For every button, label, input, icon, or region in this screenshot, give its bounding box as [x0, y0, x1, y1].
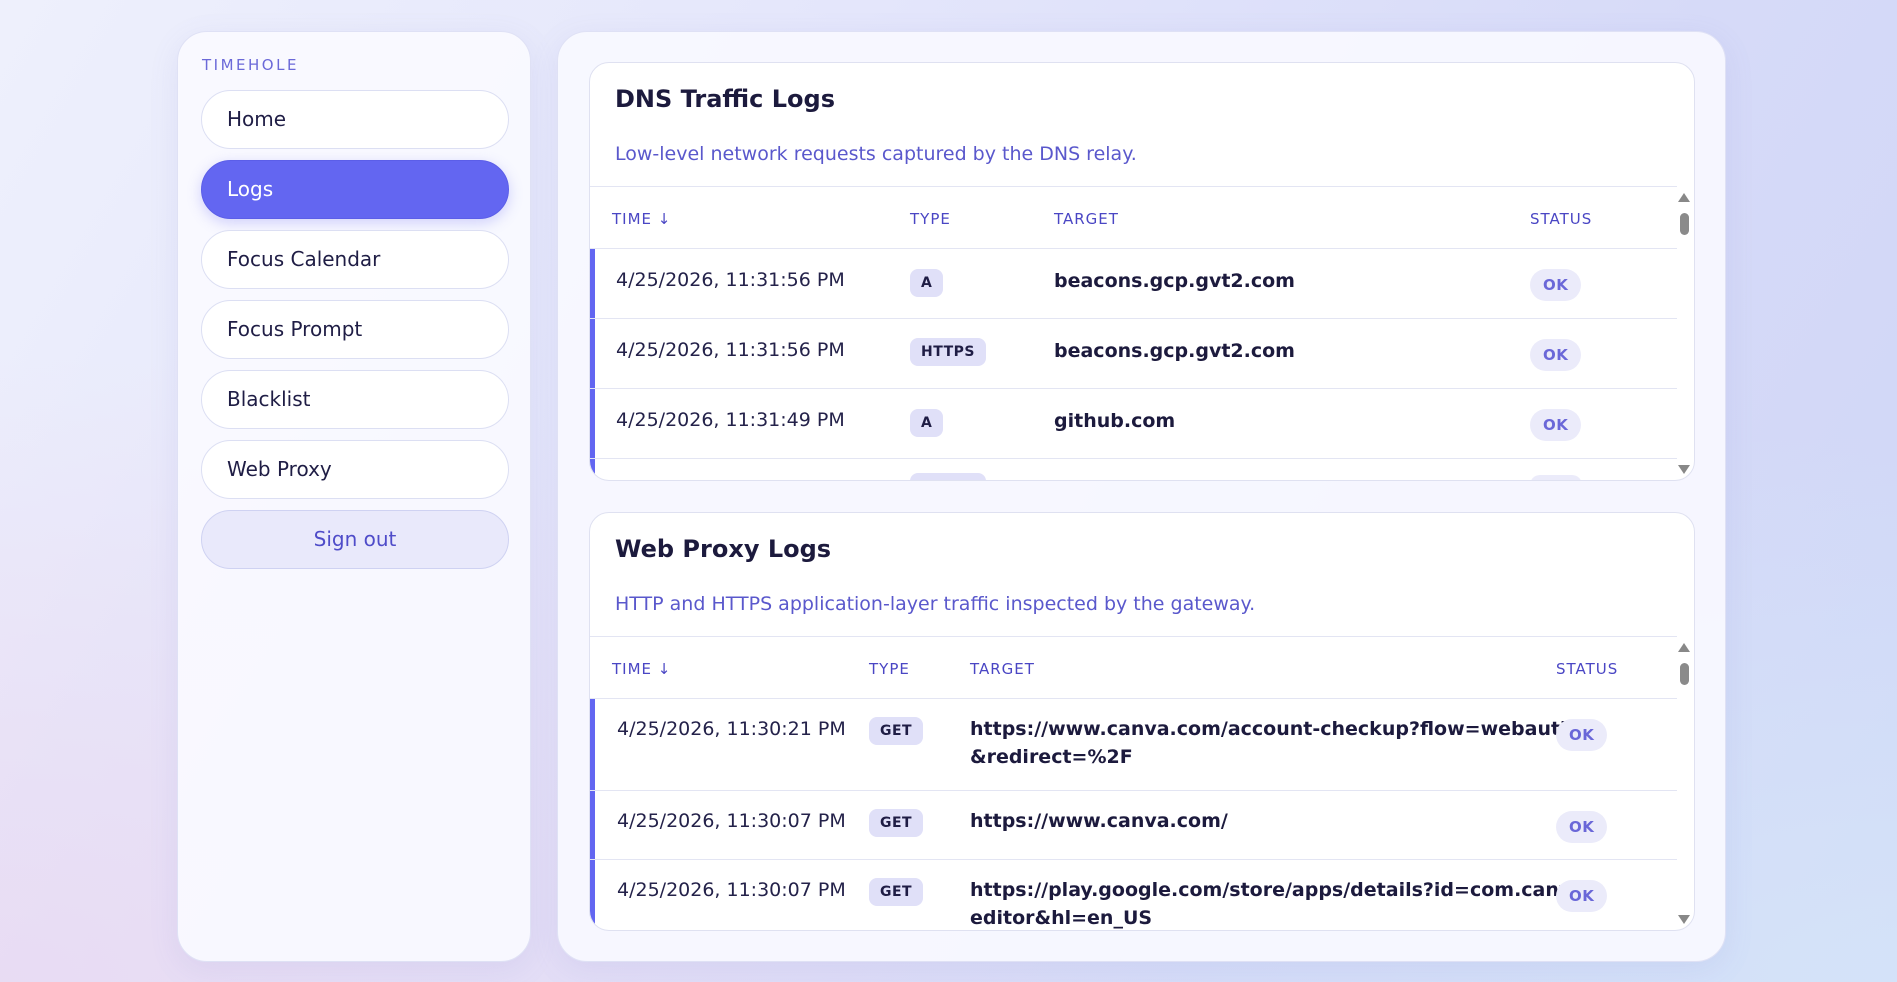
type-badge: A — [910, 269, 944, 297]
scroll-up-icon[interactable] — [1678, 643, 1690, 652]
table-row-partial[interactable] — [590, 459, 1677, 480]
row-target-line-1: https://www.canva.com/account-checkup?fl… — [970, 718, 1588, 740]
row-time: 4/25/2026, 11:30:21 PM — [617, 718, 846, 740]
row-target-line-2: editor&hl=en_US — [970, 907, 1153, 929]
dns-card-subtitle: Low-level network requests captured by t… — [615, 143, 1137, 165]
table-row[interactable]: 4/25/2026, 11:30:21 PM GET https://www.c… — [590, 699, 1677, 791]
dns-col-type: TYPE — [910, 210, 951, 228]
row-target: https://play.google.com/store/apps/detai… — [970, 876, 1592, 930]
type-badge-partial — [910, 473, 986, 480]
row-target-line-2: &redirect=%2F — [970, 746, 1133, 768]
dns-col-time[interactable]: TIME ↓ — [612, 210, 671, 228]
row-target: beacons.gcp.gvt2.com — [1054, 340, 1295, 362]
scroll-down-icon[interactable] — [1678, 465, 1690, 474]
proxy-table[interactable]: TIME ↓ TYPE TARGET STATUS 4/25/2026, 11:… — [590, 636, 1677, 930]
proxy-card-title: Web Proxy Logs — [615, 535, 832, 563]
status-badge: OK — [1530, 269, 1582, 301]
type-badge: A — [910, 409, 944, 437]
status-badge: OK — [1556, 719, 1608, 751]
sign-out-button[interactable]: Sign out — [201, 510, 509, 569]
table-row[interactable]: 4/25/2026, 11:30:07 PM GET https://play.… — [590, 860, 1677, 930]
proxy-col-status: STATUS — [1556, 660, 1619, 678]
dns-table[interactable]: TIME ↓ TYPE TARGET STATUS 4/25/2026, 11:… — [590, 186, 1677, 480]
table-row[interactable]: 4/25/2026, 11:30:07 PM GET https://www.c… — [590, 791, 1677, 860]
type-badge: GET — [869, 717, 924, 745]
dns-card-title: DNS Traffic Logs — [615, 85, 836, 113]
sidebar: TIMEHOLE Home Logs Focus Calendar Focus … — [177, 31, 531, 962]
sidebar-item-home[interactable]: Home — [201, 90, 509, 149]
row-time: 4/25/2026, 11:31:56 PM — [616, 269, 845, 291]
brand-logo-text: TIMEHOLE — [202, 56, 299, 74]
sidebar-item-logs[interactable]: Logs — [201, 160, 509, 219]
status-badge: OK — [1556, 880, 1608, 912]
dns-col-status: STATUS — [1530, 210, 1593, 228]
proxy-card-subtitle: HTTP and HTTPS application-layer traffic… — [615, 593, 1256, 615]
row-time: 4/25/2026, 11:30:07 PM — [617, 810, 846, 832]
status-badge: OK — [1556, 811, 1608, 843]
sidebar-item-focus-prompt[interactable]: Focus Prompt — [201, 300, 509, 359]
proxy-table-header: TIME ↓ TYPE TARGET STATUS — [590, 637, 1677, 699]
status-badge-partial — [1530, 475, 1582, 480]
row-target: github.com — [1054, 410, 1176, 432]
sidebar-item-blacklist[interactable]: Blacklist — [201, 370, 509, 429]
sidebar-item-web-proxy[interactable]: Web Proxy — [201, 440, 509, 499]
dns-logs-card: DNS Traffic Logs Low-level network reque… — [589, 62, 1695, 481]
row-target-line-1: https://play.google.com/store/apps/detai… — [970, 879, 1592, 901]
row-target: https://www.canva.com/account-checkup?fl… — [970, 715, 1587, 771]
dns-col-target: TARGET — [1054, 210, 1119, 228]
dns-table-header: TIME ↓ TYPE TARGET STATUS — [590, 187, 1677, 249]
type-badge: GET — [869, 878, 924, 906]
scroll-down-icon[interactable] — [1678, 915, 1690, 924]
row-time: 4/25/2026, 11:31:49 PM — [616, 409, 845, 431]
scroll-up-icon[interactable] — [1678, 193, 1690, 202]
web-proxy-logs-card: Web Proxy Logs HTTP and HTTPS applicatio… — [589, 512, 1695, 931]
proxy-scrollbar[interactable] — [1676, 641, 1692, 926]
row-time: 4/25/2026, 11:30:07 PM — [617, 879, 846, 901]
row-target: https://www.canva.com/ — [970, 807, 1228, 835]
proxy-col-type: TYPE — [869, 660, 910, 678]
scroll-thumb[interactable] — [1680, 213, 1689, 235]
row-time: 4/25/2026, 11:31:56 PM — [616, 339, 845, 361]
sidebar-item-focus-calendar[interactable]: Focus Calendar — [201, 230, 509, 289]
dns-scrollbar[interactable] — [1676, 191, 1692, 476]
scroll-thumb[interactable] — [1680, 663, 1689, 685]
main-panel: DNS Traffic Logs Low-level network reque… — [557, 31, 1726, 962]
status-badge: OK — [1530, 409, 1582, 441]
row-target: beacons.gcp.gvt2.com — [1054, 270, 1295, 292]
proxy-col-time[interactable]: TIME ↓ — [612, 660, 671, 678]
table-row[interactable]: 4/25/2026, 11:31:56 PM HTTPS beacons.gcp… — [590, 319, 1677, 389]
row-target-line-1: https://www.canva.com/ — [970, 810, 1228, 832]
table-row[interactable]: 4/25/2026, 11:31:56 PM A beacons.gcp.gvt… — [590, 249, 1677, 319]
type-badge: HTTPS — [910, 338, 986, 366]
type-badge: GET — [869, 809, 924, 837]
table-row[interactable]: 4/25/2026, 11:31:49 PM A github.com OK — [590, 389, 1677, 459]
proxy-col-target: TARGET — [970, 660, 1035, 678]
status-badge: OK — [1530, 339, 1582, 371]
